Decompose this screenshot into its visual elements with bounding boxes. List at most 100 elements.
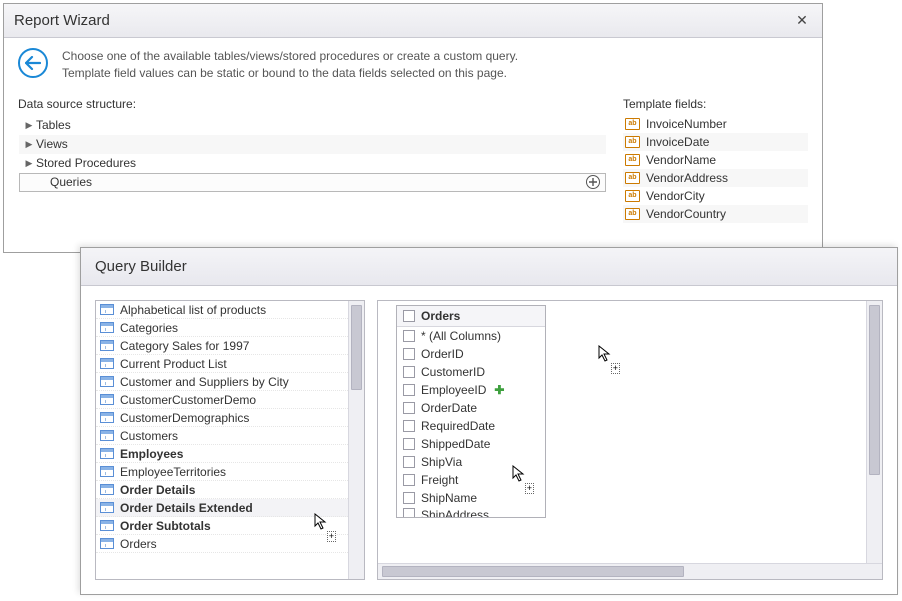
table-icon — [100, 394, 114, 405]
checkbox[interactable] — [403, 330, 415, 342]
column-item[interactable]: RequiredDate — [397, 417, 545, 435]
table-list-item[interactable]: Customers — [96, 427, 364, 445]
table-list-item[interactable]: Current Product List — [96, 355, 364, 373]
table-name: Category Sales for 1997 — [120, 339, 360, 353]
template-field[interactable]: abVendorCity — [623, 187, 808, 205]
table-icon — [100, 340, 114, 351]
table-icon — [100, 304, 114, 315]
expand-icon[interactable]: ▶ — [22, 120, 36, 131]
table-name: EmployeeTerritories — [120, 465, 360, 479]
query-builder-titlebar: Query Builder — [81, 248, 897, 286]
table-name: Customers — [120, 429, 360, 443]
column-item[interactable]: Freight — [397, 471, 545, 489]
table-icon — [100, 520, 114, 531]
column-item[interactable]: CustomerID — [397, 363, 545, 381]
table-name: Orders — [120, 537, 360, 551]
table-list-item[interactable]: Categories — [96, 319, 364, 337]
column-item[interactable]: ShipAddress — [397, 507, 545, 517]
table-list-item[interactable]: Order Details Extended — [96, 499, 364, 517]
instruction-line-1: Choose one of the available tables/views… — [62, 48, 518, 65]
checkbox[interactable] — [403, 366, 415, 378]
table-name: Order Subtotals — [120, 519, 360, 533]
column-name: ShipName — [421, 491, 477, 505]
field-icon: ab — [625, 136, 640, 148]
vertical-scrollbar[interactable] — [348, 301, 364, 579]
table-list-item[interactable]: Customer and Suppliers by City — [96, 373, 364, 391]
column-name: * (All Columns) — [421, 329, 501, 343]
table-node-header[interactable]: Orders — [397, 306, 545, 327]
table-list-item[interactable]: Alphabetical list of products — [96, 301, 364, 319]
table-list-item[interactable]: CustomerDemographics — [96, 409, 364, 427]
field-icon: ab — [625, 208, 640, 220]
back-button[interactable] — [18, 48, 48, 78]
ds-item-queries[interactable]: Queries — [19, 173, 606, 192]
checkbox[interactable] — [403, 508, 415, 517]
column-item[interactable]: ShipName — [397, 489, 545, 507]
column-item[interactable]: * (All Columns) — [397, 327, 545, 345]
column-name: CustomerID — [421, 365, 485, 379]
table-name: CustomerCustomerDemo — [120, 393, 360, 407]
query-builder-title: Query Builder — [95, 258, 187, 275]
field-icon: ab — [625, 118, 640, 130]
template-field[interactable]: abVendorAddress — [623, 169, 808, 187]
column-name: OrderID — [421, 347, 464, 361]
table-icon — [100, 484, 114, 495]
wizard-title: Report Wizard — [14, 12, 792, 29]
ds-item-stored-procedures[interactable]: ▶ Stored Procedures — [19, 154, 606, 173]
table-node-orders[interactable]: Orders * (All Columns) OrderID CustomerID E… — [396, 305, 546, 518]
checkbox[interactable] — [403, 456, 415, 468]
ds-item-tables[interactable]: ▶ Tables — [19, 116, 606, 135]
table-name: Categories — [120, 321, 360, 335]
vertical-scrollbar[interactable] — [866, 301, 882, 563]
query-canvas[interactable]: Orders * (All Columns) OrderID CustomerID E… — [378, 301, 882, 563]
table-list-item[interactable]: EmployeeTerritories — [96, 463, 364, 481]
table-icon — [100, 322, 114, 333]
add-query-button[interactable] — [585, 174, 601, 190]
checkbox[interactable] — [403, 474, 415, 486]
checkbox[interactable] — [403, 420, 415, 432]
table-list-item[interactable]: Order Details — [96, 481, 364, 499]
checkbox[interactable] — [403, 310, 415, 322]
table-list-item[interactable]: Order Subtotals — [96, 517, 364, 535]
scrollbar-thumb[interactable] — [869, 305, 880, 475]
field-icon: ab — [625, 190, 640, 202]
column-name: ShippedDate — [421, 437, 490, 451]
template-fields-list: abInvoiceNumber abInvoiceDate abVendorNa… — [623, 115, 808, 223]
table-list-item[interactable]: Employees — [96, 445, 364, 463]
column-item[interactable]: OrderID — [397, 345, 545, 363]
close-icon[interactable]: ✕ — [792, 11, 812, 31]
column-item[interactable]: EmployeeID✚ — [397, 381, 545, 399]
checkbox[interactable] — [403, 438, 415, 450]
expand-icon[interactable]: ▶ — [22, 139, 36, 150]
ds-item-views[interactable]: ▶ Views — [19, 135, 606, 154]
column-item[interactable]: OrderDate — [397, 399, 545, 417]
checkbox[interactable] — [403, 384, 415, 396]
available-tables-panel: Alphabetical list of products Categories C… — [95, 300, 365, 580]
plus-circle-icon — [585, 174, 601, 190]
table-list-item[interactable]: Category Sales for 1997 — [96, 337, 364, 355]
table-name: Customer and Suppliers by City — [120, 375, 360, 389]
checkbox[interactable] — [403, 348, 415, 360]
column-item[interactable]: ShipVia — [397, 453, 545, 471]
expand-icon[interactable]: ▶ — [22, 158, 36, 169]
instruction-line-2: Template field values can be static or b… — [62, 65, 518, 82]
drag-cursor-icon: + — [598, 345, 612, 368]
scrollbar-thumb[interactable] — [351, 305, 362, 390]
scrollbar-thumb[interactable] — [382, 566, 684, 577]
checkbox[interactable] — [403, 492, 415, 504]
wizard-titlebar: Report Wizard ✕ — [4, 4, 822, 38]
template-field[interactable]: abVendorName — [623, 151, 808, 169]
query-builder-window: Query Builder Alphabetical list of produ… — [80, 247, 898, 595]
table-icon — [100, 502, 114, 513]
column-item[interactable]: ShippedDate — [397, 435, 545, 453]
table-list-item[interactable]: CustomerCustomerDemo — [96, 391, 364, 409]
template-field[interactable]: abInvoiceDate — [623, 133, 808, 151]
query-canvas-panel: Orders * (All Columns) OrderID CustomerID E… — [377, 300, 883, 580]
table-list-item[interactable]: Orders — [96, 535, 364, 553]
horizontal-scrollbar[interactable] — [378, 563, 882, 579]
column-name: OrderDate — [421, 401, 477, 415]
template-field[interactable]: abVendorCountry — [623, 205, 808, 223]
template-field[interactable]: abInvoiceNumber — [623, 115, 808, 133]
checkbox[interactable] — [403, 402, 415, 414]
column-name: ShipVia — [421, 455, 462, 469]
